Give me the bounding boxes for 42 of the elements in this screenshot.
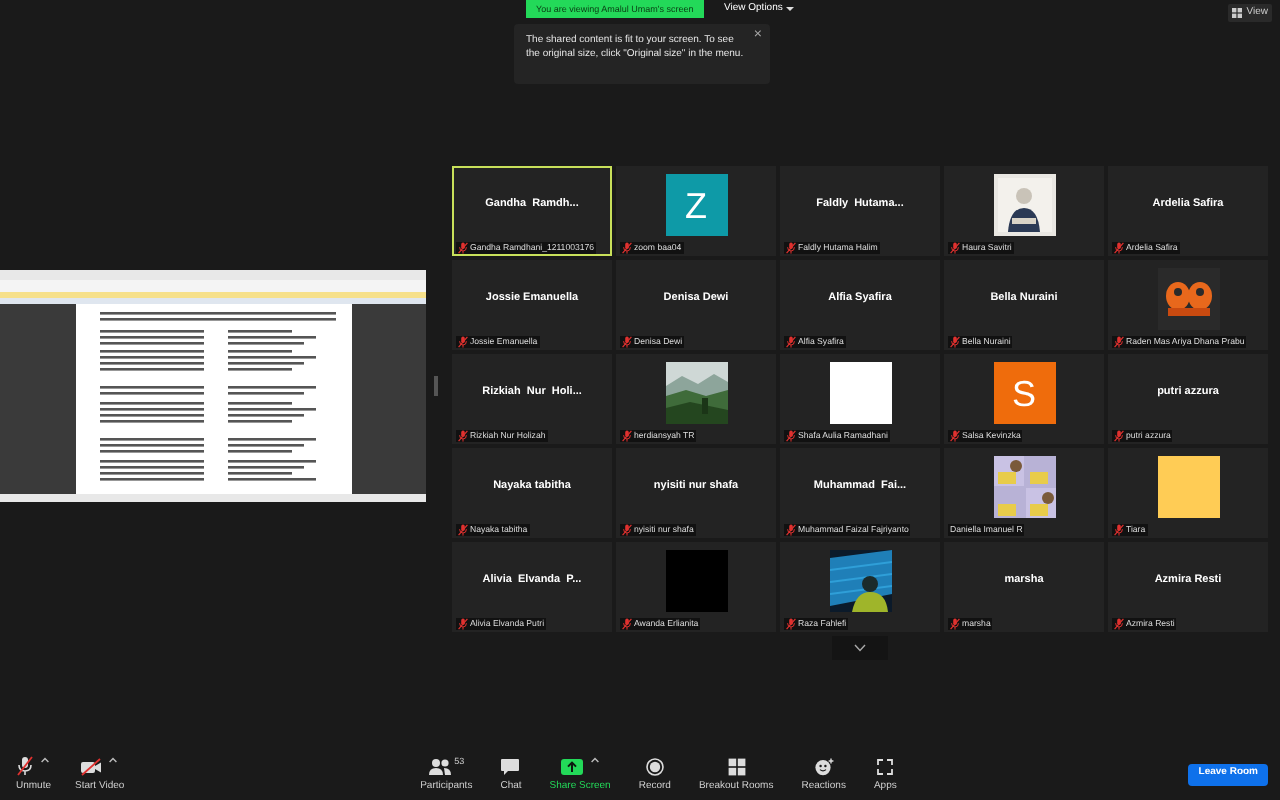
- chat-bubble-icon: [500, 757, 521, 775]
- muted-mic-icon: [786, 429, 796, 441]
- caret-up-icon: [590, 756, 601, 764]
- chevron-down-icon: [854, 643, 866, 651]
- muted-mic-icon: [458, 241, 468, 253]
- muted-mic-icon: [16, 756, 35, 776]
- muted-mic-icon: [458, 523, 468, 535]
- letter-avatar: S: [993, 362, 1055, 424]
- letter-avatar: Z: [665, 174, 727, 236]
- apps-icon: [876, 757, 895, 775]
- muted-mic-icon: [1114, 429, 1124, 441]
- scroll-down-button[interactable]: [832, 635, 888, 659]
- record-icon: [645, 757, 664, 775]
- muted-mic-icon: [950, 617, 960, 629]
- caret-up-icon: [108, 756, 119, 764]
- muted-mic-icon: [950, 335, 960, 347]
- muted-mic-icon: [1114, 335, 1124, 347]
- muted-mic-icon: [950, 429, 960, 441]
- muted-mic-icon: [950, 241, 960, 253]
- muted-mic-icon: [622, 617, 632, 629]
- muted-mic-icon: [786, 241, 796, 253]
- muted-mic-icon: [622, 241, 632, 253]
- muted-mic-icon: [458, 335, 468, 347]
- people-icon: [428, 757, 453, 775]
- muted-mic-icon: [622, 429, 632, 441]
- share-screen-icon: [560, 757, 585, 775]
- grid-icon: [727, 757, 746, 775]
- muted-mic-icon: [458, 617, 468, 629]
- muted-camera-icon: [80, 757, 103, 775]
- muted-mic-icon: [786, 617, 796, 629]
- muted-mic-icon: [1114, 617, 1124, 629]
- muted-mic-icon: [786, 335, 796, 347]
- muted-mic-icon: [622, 335, 632, 347]
- muted-mic-icon: [622, 523, 632, 535]
- smiley-icon: [813, 757, 834, 775]
- muted-mic-icon: [786, 523, 796, 535]
- muted-mic-icon: [1114, 241, 1124, 253]
- grid-icon: [1232, 8, 1243, 18]
- caret-up-icon: [40, 756, 51, 764]
- muted-mic-icon: [1114, 523, 1124, 535]
- muted-mic-icon: [458, 429, 468, 441]
- caret-icon: [786, 6, 795, 12]
